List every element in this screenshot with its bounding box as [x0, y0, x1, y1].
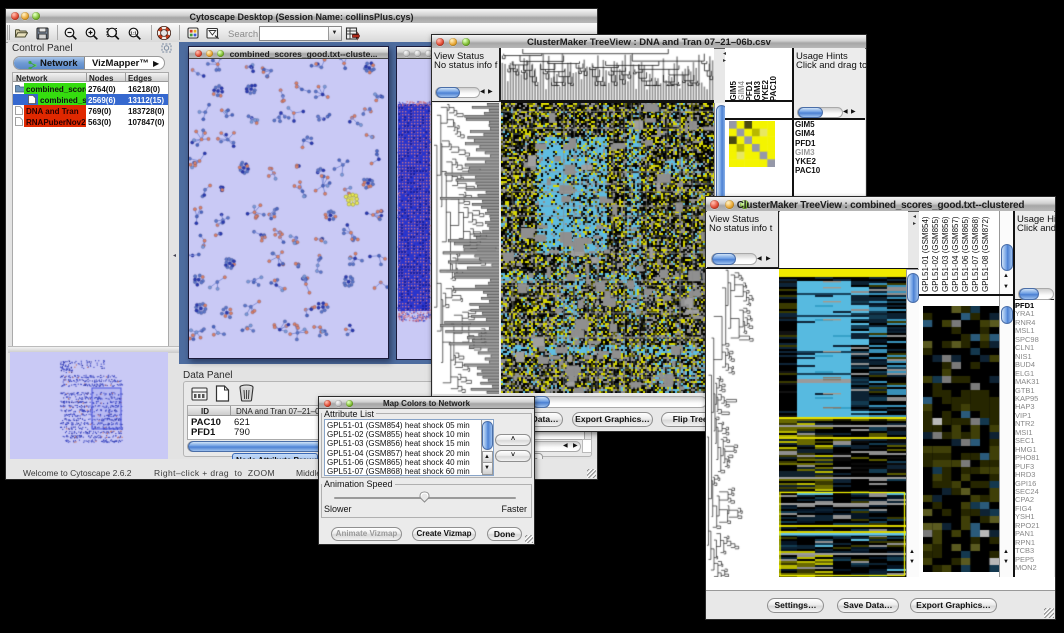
- svg-text:1:1: 1:1: [130, 30, 137, 35]
